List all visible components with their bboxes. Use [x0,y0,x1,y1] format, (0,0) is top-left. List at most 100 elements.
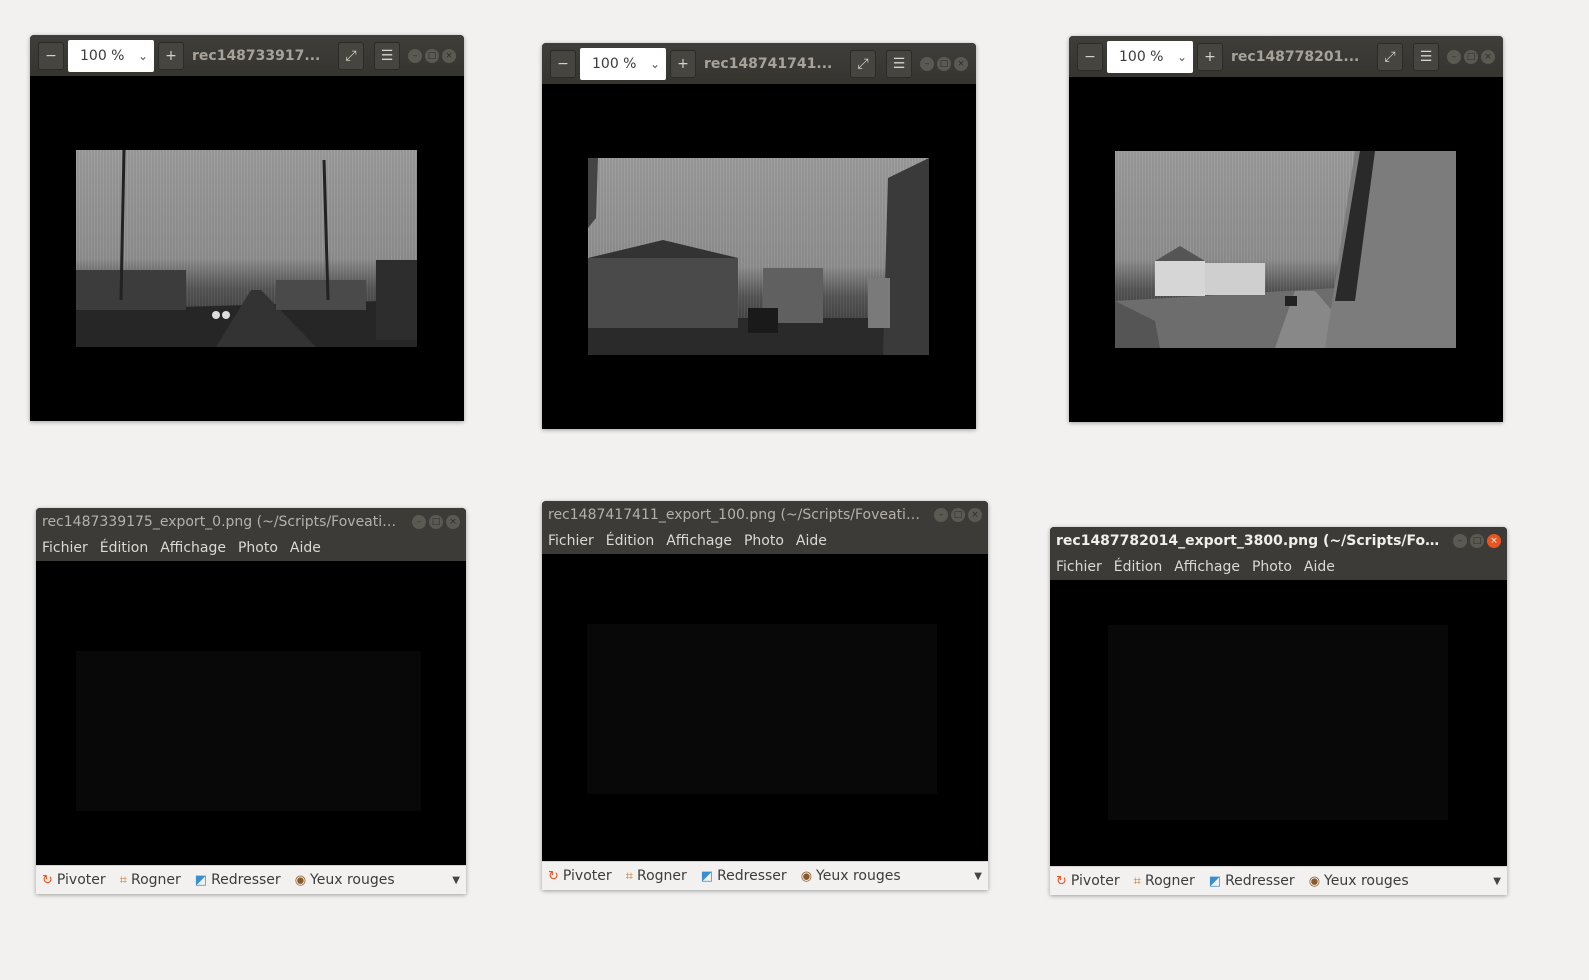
window-title: rec1487417411_export_100.png (~/Scripts/… [548,506,926,523]
menu-photo[interactable]: Photo [1252,559,1292,575]
redeye-button[interactable]: ◉ Yeux rouges [801,868,901,884]
zoom-out-button[interactable]: − [550,49,576,78]
maximize-icon[interactable]: □ [937,56,951,71]
menu-photo[interactable]: Photo [744,533,784,549]
menu-file[interactable]: Fichier [1056,559,1102,575]
minimize-icon[interactable]: – [412,514,426,529]
minimize-icon[interactable]: – [1447,49,1461,64]
menu-edit[interactable]: Édition [100,540,148,556]
maximize-icon[interactable]: □ [1470,533,1484,548]
image-canvas[interactable] [30,76,464,421]
menu-help[interactable]: Aide [290,540,321,556]
close-icon[interactable]: × [954,56,968,71]
maximize-icon[interactable]: □ [425,48,439,63]
zoom-out-button[interactable]: − [38,41,64,70]
fullscreen-button[interactable]: ⤢ [1377,42,1403,71]
crop-label: Rogner [130,872,181,888]
rotate-button[interactable]: ↻ Pivoter [548,868,612,884]
street-photo [76,150,417,347]
zoom-select[interactable]: 100 % ⌄ [1107,40,1193,73]
close-icon[interactable]: × [968,507,982,522]
menu-file[interactable]: Fichier [42,540,88,556]
menu-view[interactable]: Affichage [666,533,732,549]
zoom-in-button[interactable]: + [158,41,184,70]
minimize-icon[interactable]: – [934,507,948,522]
rotate-label: Pivoter [1070,873,1120,889]
hamburger-icon: ☰ [380,47,394,64]
close-icon[interactable]: × [446,514,460,529]
crop-button[interactable]: ⌗ Rogner [626,868,687,884]
photo-content [76,150,417,347]
dark-photo [1108,625,1448,820]
menu-photo[interactable]: Photo [238,540,278,556]
menu-edit[interactable]: Édition [1114,559,1162,575]
maximize-icon[interactable]: □ [951,507,965,522]
dark-photo [76,651,421,811]
straighten-button[interactable]: ◩ Redresser [701,868,787,884]
menu-help[interactable]: Aide [796,533,827,549]
crop-button[interactable]: ⌗ Rogner [1134,873,1195,889]
straighten-label: Redresser [211,872,281,888]
image-canvas[interactable] [542,84,976,429]
minimize-icon[interactable]: – [408,48,422,63]
rotate-button[interactable]: ↻ Pivoter [42,872,106,888]
image-viewer-window-2: − 100 % ⌄ + rec148741741... ⤢ ☰ – □ × [542,43,976,429]
zoom-out-button[interactable]: − [1077,42,1103,71]
menubar: Fichier Édition Affichage Photo Aide [542,528,988,554]
redeye-button[interactable]: ◉ Yeux rouges [295,872,395,888]
chevron-down-icon[interactable]: ▼ [1493,876,1501,887]
zoom-in-button[interactable]: + [670,49,696,78]
expand-icon: ⤢ [857,55,869,72]
window-titlebar[interactable]: rec1487417411_export_100.png (~/Scripts/… [542,501,988,528]
menu-help[interactable]: Aide [1304,559,1335,575]
zoom-in-button[interactable]: + [1197,42,1223,71]
window-controls: – □ × [412,514,460,529]
zoom-value: 100 % [1119,48,1164,65]
maximize-icon[interactable]: □ [1464,49,1478,64]
minimize-icon[interactable]: – [1453,533,1467,548]
chevron-down-icon[interactable]: ▼ [974,871,982,882]
chevron-down-icon[interactable]: ▼ [452,875,460,886]
menu-button[interactable]: ☰ [1413,42,1439,71]
menu-view[interactable]: Affichage [160,540,226,556]
straighten-button[interactable]: ◩ Redresser [195,872,281,888]
window-title: rec148733917... [192,47,321,64]
minimize-icon[interactable]: – [920,56,934,71]
menu-edit[interactable]: Édition [606,533,654,549]
menu-button[interactable]: ☰ [374,41,400,70]
menu-file[interactable]: Fichier [548,533,594,549]
window-controls: – □ × [920,56,968,71]
crop-button[interactable]: ⌗ Rogner [120,872,181,888]
menu-button[interactable]: ☰ [886,49,912,78]
minus-icon: − [557,55,569,72]
close-icon[interactable]: × [1487,533,1501,548]
straighten-button[interactable]: ◩ Redresser [1209,873,1295,889]
crop-icon: ⌗ [1133,873,1141,889]
window-controls: – □ × [1447,49,1495,64]
close-icon[interactable]: × [1481,49,1495,64]
redeye-button[interactable]: ◉ Yeux rouges [1309,873,1409,889]
photo-viewer[interactable] [36,561,466,865]
image-canvas[interactable] [1069,77,1503,422]
photo-viewer[interactable] [1050,580,1507,866]
window-titlebar[interactable]: rec1487782014_export_3800.png (~/Scripts… [1050,527,1507,554]
edit-toolbar: ↻ Pivoter ⌗ Rogner ◩ Redresser ◉ Yeux rouges… [36,865,466,894]
minus-icon: − [45,47,57,64]
menubar: Fichier Édition Affichage Photo Aide [36,535,466,561]
shotwell-window-3: rec1487782014_export_3800.png (~/Scripts… [1050,527,1507,895]
fullscreen-button[interactable]: ⤢ [338,41,364,70]
window-title: rec148778201... [1231,48,1360,65]
menu-view[interactable]: Affichage [1174,559,1240,575]
rotate-icon: ↻ [42,872,53,888]
edit-toolbar: ↻ Pivoter ⌗ Rogner ◩ Redresser ◉ Yeux rouges… [542,861,988,890]
maximize-icon[interactable]: □ [429,514,443,529]
photo-viewer[interactable] [542,554,988,861]
zoom-select[interactable]: 100 % ⌄ [68,39,154,72]
zoom-select[interactable]: 100 % ⌄ [580,47,666,80]
plus-icon: + [1204,48,1216,65]
window-titlebar[interactable]: rec1487339175_export_0.png (~/Scripts/Fo… [36,508,466,535]
close-icon[interactable]: × [442,48,456,63]
plus-icon: + [677,55,689,72]
fullscreen-button[interactable]: ⤢ [850,49,876,78]
rotate-button[interactable]: ↻ Pivoter [1056,873,1120,889]
